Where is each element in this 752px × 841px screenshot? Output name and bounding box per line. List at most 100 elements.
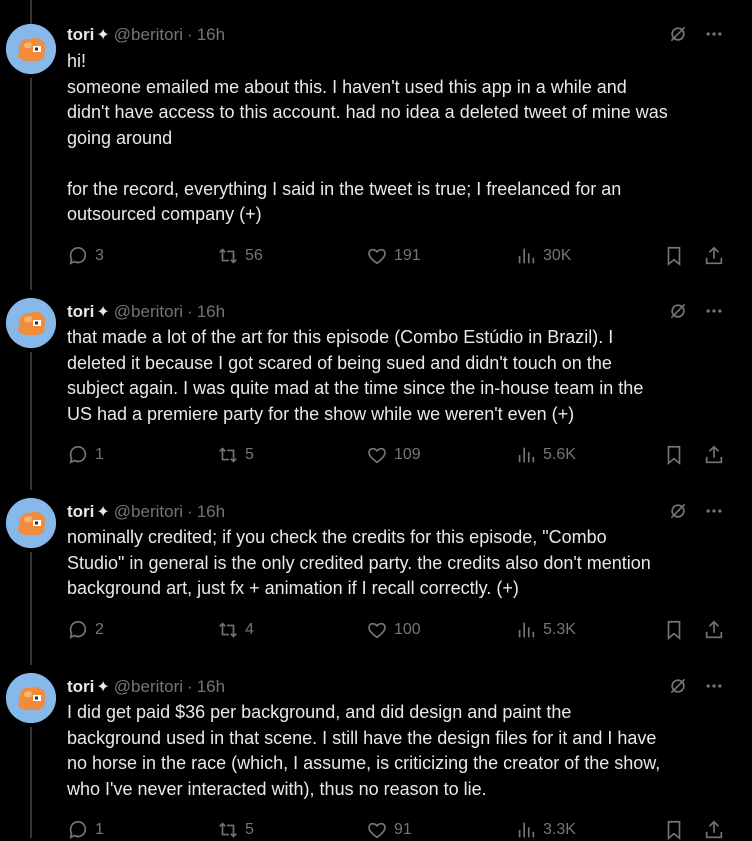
separator: ·	[187, 25, 193, 44]
heart-icon	[368, 248, 386, 265]
views-count: 5.6K	[543, 446, 576, 463]
text-line: US had a premiere party for the show whi…	[67, 403, 575, 424]
separator: ·	[187, 302, 193, 321]
tweet[interactable]: tori ✦ @beritori · 16h I did get paid $36 pe…	[0, 660, 752, 841]
views-button[interactable]: 30K	[515, 245, 571, 267]
grok-icon[interactable]	[668, 301, 688, 321]
bookmark-button[interactable]	[663, 619, 685, 641]
reply-count: 2	[95, 621, 104, 638]
text-line: I did get paid $36 per background, and d…	[67, 702, 572, 722]
bookmark-button[interactable]	[663, 245, 685, 267]
heart-icon	[368, 447, 386, 464]
text-line: Studio" in general is the only credited …	[67, 552, 651, 573]
views-button[interactable]: 5.6K	[515, 444, 576, 466]
avatar[interactable]	[6, 298, 56, 348]
retweet-button[interactable]: 5	[217, 444, 254, 466]
retweet-count: 5	[245, 821, 254, 838]
reply-button[interactable]: 2	[67, 619, 104, 641]
like-button[interactable]: 191	[366, 245, 421, 267]
avatar[interactable]	[6, 673, 56, 723]
like-count: 191	[394, 247, 421, 264]
grok-icon[interactable]	[668, 501, 688, 521]
reply-button[interactable]: 3	[67, 245, 104, 267]
separator: ·	[187, 677, 193, 696]
author-handle[interactable]: @beritori	[114, 25, 183, 44]
author-handle[interactable]: @beritori	[114, 677, 183, 696]
views-button[interactable]: 5.3K	[515, 619, 576, 641]
share-button[interactable]	[703, 619, 725, 641]
verified-badge-icon: ✦	[96, 27, 110, 44]
timestamp[interactable]: 16h	[197, 25, 225, 44]
timestamp[interactable]: 16h	[197, 502, 225, 521]
views-count: 5.3K	[543, 621, 576, 638]
tweet-header: tori ✦ @beritori · 16h	[67, 676, 225, 699]
separator: ·	[187, 502, 193, 521]
reply-count: 3	[95, 247, 104, 264]
text-line: for the record, everything I said in the…	[67, 178, 622, 199]
text-line: someone emailed me about this. I haven't…	[67, 76, 627, 97]
views-icon	[518, 622, 535, 638]
more-icon[interactable]	[704, 676, 724, 696]
tweet-header: tori ✦ @beritori · 16h	[67, 301, 225, 324]
text-line: no horse in the race (which, I assume, i…	[67, 753, 661, 773]
text-line	[67, 151, 732, 177]
like-count: 100	[394, 621, 421, 638]
tweet-actions: 2 4 100 5.3K	[67, 619, 733, 641]
retweet-count: 56	[245, 247, 263, 264]
avatar[interactable]	[6, 24, 56, 74]
reply-icon	[69, 246, 87, 265]
text-line: outsourced company (+)	[67, 204, 262, 224]
like-count: 109	[394, 446, 421, 463]
text-line: hi!	[67, 51, 87, 71]
tweet-text: nominally credited; if you check the cre…	[67, 525, 732, 602]
views-count: 30K	[543, 247, 572, 264]
grok-icon[interactable]	[668, 24, 688, 44]
share-button[interactable]	[703, 245, 725, 267]
verified-badge-icon: ✦	[96, 304, 110, 321]
tweet[interactable]: tori ✦ @beritori · 16h that made a lot of th…	[0, 285, 752, 485]
more-icon[interactable]	[704, 301, 724, 321]
bookmark-icon	[667, 246, 681, 267]
share-icon	[705, 246, 723, 265]
retweet-button[interactable]: 56	[217, 245, 263, 267]
text-line: didn't have access to this account. had …	[67, 102, 668, 122]
retweet-count: 4	[245, 621, 254, 638]
tweet-header: tori ✦ @beritori · 16h	[67, 24, 225, 47]
text-line: nominally credited; if you check the cre…	[67, 527, 607, 547]
author-handle[interactable]: @beritori	[114, 502, 183, 521]
text-line: going around	[67, 127, 173, 148]
bookmark-button[interactable]	[663, 444, 685, 466]
heart-icon	[368, 622, 386, 639]
timestamp[interactable]: 16h	[197, 677, 225, 696]
author-handle[interactable]: @beritori	[114, 302, 183, 321]
tweet[interactable]: tori ✦ @beritori · 16h hi! someone emailed m…	[0, 0, 752, 285]
more-icon[interactable]	[704, 24, 724, 44]
reply-button[interactable]: 1	[67, 444, 104, 466]
share-button[interactable]	[703, 444, 725, 466]
author-name[interactable]: tori	[67, 677, 94, 696]
retweet-count: 5	[245, 446, 254, 463]
reply-count: 1	[95, 821, 104, 838]
like-button[interactable]: 100	[366, 619, 421, 641]
like-button[interactable]: 109	[366, 444, 421, 466]
avatar[interactable]	[6, 498, 56, 548]
verified-badge-icon: ✦	[96, 679, 110, 696]
share-icon	[705, 620, 723, 639]
tweet[interactable]: tori ✦ @beritori · 16h nominally credited; i…	[0, 485, 752, 660]
text-line: that made a lot of the art for this epis…	[67, 327, 614, 347]
grok-icon[interactable]	[668, 676, 688, 696]
retweet-icon	[219, 248, 237, 264]
author-name[interactable]: tori	[67, 25, 94, 44]
share-icon	[705, 445, 723, 464]
tweet-text: hi! someone emailed me about this. I hav…	[67, 49, 732, 228]
tweet-text: I did get paid $36 per background, and d…	[67, 700, 732, 802]
like-count: 91	[394, 821, 412, 838]
author-name[interactable]: tori	[67, 302, 94, 321]
author-name[interactable]: tori	[67, 502, 94, 521]
timestamp[interactable]: 16h	[197, 302, 225, 321]
tweet-actions: 3 56 191 30K	[67, 245, 733, 267]
reply-icon	[69, 620, 87, 639]
tweet-actions: 1 5 109 5.6K	[67, 444, 733, 466]
more-icon[interactable]	[704, 501, 724, 521]
retweet-button[interactable]: 4	[217, 619, 254, 641]
